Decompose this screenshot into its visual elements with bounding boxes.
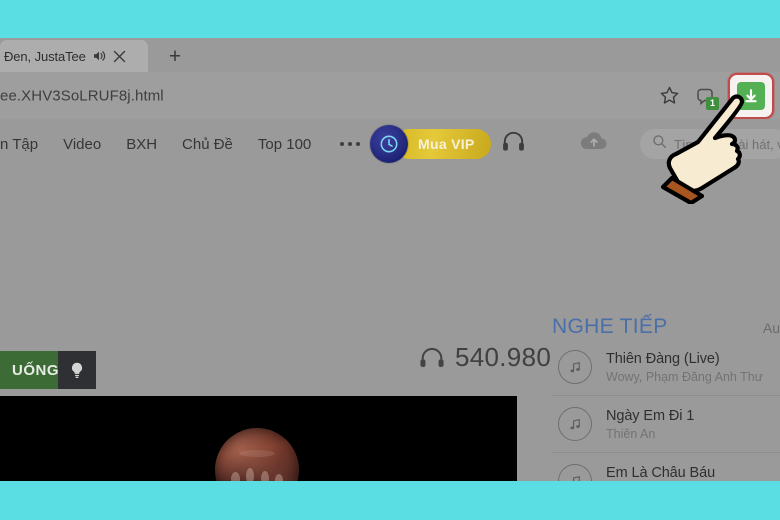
list-item[interactable]: Em Là Châu Báu RPT MCK, Tlinh [552, 453, 780, 481]
buy-vip-label: Mua VIP [394, 129, 491, 159]
music-note-icon [558, 350, 592, 384]
song-title: Ngày Em Đi 1 [606, 407, 695, 424]
headphone-icon[interactable] [500, 128, 527, 160]
music-player: Đen, JustaTee [0, 396, 517, 481]
list-item[interactable]: Ngày Em Đi 1 Thiên An [552, 396, 780, 453]
search-icon [652, 134, 667, 154]
song-artist: Thiên An [606, 426, 656, 441]
close-icon[interactable] [112, 49, 127, 64]
list-item-text: Thiên Đàng (Live) Wowy, Phạm Đăng Anh Th… [606, 351, 763, 384]
tab-strip: Đen, JustaTee + [0, 38, 780, 72]
omnibox-row: ee.XHV3SoLRUF8j.html 1 [0, 72, 780, 119]
web-page-content: n Tập Video BXH Chủ Đề Top 100 Mua VIP T… [0, 119, 780, 481]
music-note-icon [558, 464, 592, 481]
top-accent-band [0, 0, 780, 38]
song-title: Thiên Đàng (Live) [606, 350, 720, 367]
star-icon[interactable] [656, 83, 682, 109]
list-item[interactable]: Thiên Đàng (Live) Wowy, Phạm Đăng Anh Th… [552, 339, 780, 396]
extension-icon[interactable]: 1 [692, 83, 719, 110]
listen-count: 540.980 [418, 342, 551, 373]
song-title: Em Là Châu Báu [606, 464, 716, 481]
download-arrow-icon [737, 81, 765, 110]
bottom-accent-band [0, 481, 780, 520]
site-nav-links: n Tập Video BXH Chủ Đề Top 100 [0, 136, 364, 153]
browser-tab-active[interactable]: Đen, JustaTee [0, 40, 148, 72]
new-tab-button[interactable]: + [162, 43, 188, 69]
vip-coin-icon [370, 125, 408, 163]
nav-item-nghe-tap[interactable]: n Tập [0, 136, 38, 153]
listen-count-value: 540.980 [455, 342, 552, 372]
song-artist: Wowy, Phạm Đăng Anh Thư [606, 369, 764, 384]
nav-item-video[interactable]: Video [63, 136, 101, 153]
nav-item-top-100[interactable]: Top 100 [258, 136, 311, 153]
download-button-highlighted[interactable] [728, 72, 774, 119]
page-title: NGHE TIẾP [552, 315, 668, 338]
browser-window: Đen, JustaTee + ee.XHV3SoLRUF8j.html 1 n… [0, 38, 780, 481]
cloud-upload-icon[interactable] [578, 129, 610, 160]
nghe-tiep-panel: NGHE TIẾP Au Thiên Đàng (Live) Wowy, Phạ… [552, 315, 780, 481]
address-bar-url[interactable]: ee.XHV3SoLRUF8j.html [0, 87, 164, 104]
search-placeholder: Tìm kiếm bài hát, video, [674, 136, 780, 152]
omnibox-actions: 1 [656, 72, 774, 119]
extension-badge-count: 1 [706, 96, 719, 110]
search-input[interactable]: Tìm kiếm bài hát, video, [640, 129, 780, 159]
buy-vip-button[interactable]: Mua VIP [370, 125, 491, 163]
site-navigation-bar: n Tập Video BXH Chủ Đề Top 100 Mua VIP T… [0, 119, 780, 169]
tab-title: Đen, JustaTee [4, 48, 86, 64]
list-item-text: Ngày Em Đi 1 Thiên An [606, 408, 694, 441]
headphone-icon [418, 345, 446, 371]
autoplay-label[interactable]: Au [763, 320, 780, 336]
rail-header: NGHE TIẾP Au [552, 315, 780, 339]
album-art[interactable] [215, 428, 299, 481]
list-item-text: Em Là Châu Báu RPT MCK, Tlinh [606, 465, 715, 482]
nav-item-chu-de[interactable]: Chủ Đề [182, 136, 233, 153]
nav-item-bxh[interactable]: BXH [126, 136, 157, 153]
speaker-icon[interactable] [91, 48, 107, 64]
more-dots-icon[interactable] [336, 142, 364, 146]
lightbulb-icon[interactable] [58, 351, 96, 389]
music-note-icon [558, 407, 592, 441]
